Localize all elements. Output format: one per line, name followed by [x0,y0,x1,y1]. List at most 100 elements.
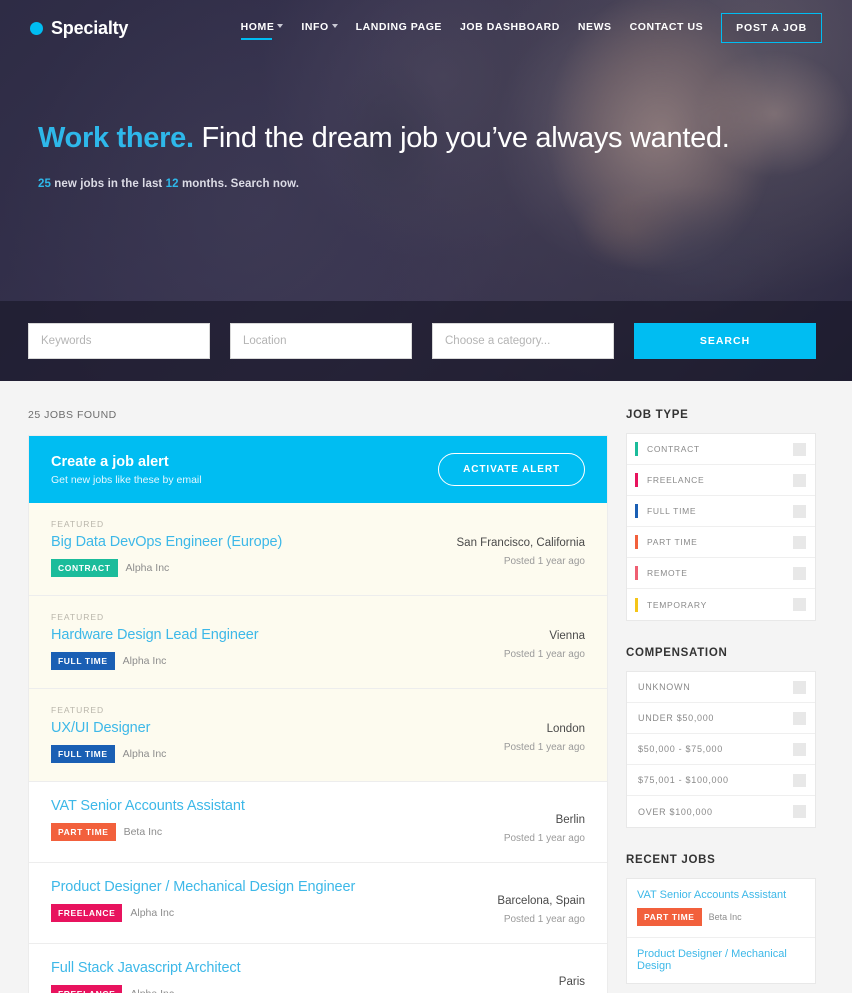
recent-jobs-block: RECENT JOBS VAT Senior Accounts Assistan… [626,854,816,984]
jobs-found-count: 25 JOBS FOUND [28,409,117,421]
color-swatch-icon [635,566,638,580]
job-results-column: 25 JOBS FOUND Create a job alert Get new… [28,409,608,993]
job-title-link[interactable]: VAT Senior Accounts Assistant [51,798,504,814]
filter-checkbox[interactable] [793,442,806,456]
filter-item-remote[interactable]: REMOTE [627,558,815,589]
filter-label: OVER $100,000 [638,806,713,817]
job-location-block: San Francisco, California Posted 1 year … [457,519,585,567]
color-swatch-icon [635,504,638,518]
color-swatch-icon [635,535,638,549]
list-item[interactable]: VAT Senior Accounts Assistant PART TIME … [627,879,815,938]
nav-label-home: HOME [240,21,275,33]
category-select[interactable]: Choose a category... [432,323,614,359]
filter-item-freelance[interactable]: FREELANCE [627,465,815,496]
filter-label: UNDER $50,000 [638,713,715,723]
hero-headline: Work there. Find the dream job you’ve al… [38,122,852,156]
job-title-link[interactable]: Full Stack Javascript Architect [51,960,504,976]
post-a-job-button[interactable]: POST A JOB [721,13,822,43]
color-swatch-icon [635,442,638,456]
job-meta: FULL TIME Alpha Inc [51,745,504,763]
site-logo[interactable]: Specialty [30,18,128,39]
nav-item-news[interactable]: NEWS [578,21,612,35]
status-badge: FREELANCE [51,985,123,993]
filter-checkbox[interactable] [793,711,806,725]
list-item[interactable]: Product Designer / Mechanical Design [627,938,815,983]
hero-subtext: 25 new jobs in the last 12 months. Searc… [38,178,852,190]
filter-item-over-100000[interactable]: OVER $100,000 [627,796,815,827]
recent-job-title-link[interactable]: Product Designer / Mechanical Design [637,948,805,972]
job-alert-text: Create a job alert Get new jobs like the… [51,454,202,486]
chevron-down-icon [331,23,338,28]
color-swatch-icon [635,473,638,487]
job-title-link[interactable]: Big Data DevOps Engineer (Europe) [51,534,457,550]
location-input[interactable]: Location [230,323,412,359]
filter-label: REMOTE [647,568,688,578]
job-location: Barcelona, Spain [497,895,585,907]
job-info: VAT Senior Accounts Assistant PART TIME … [51,798,504,841]
table-row[interactable]: FEATURED Big Data DevOps Engineer (Europ… [29,503,607,596]
job-listing-card: Create a job alert Get new jobs like the… [28,435,608,993]
table-row[interactable]: VAT Senior Accounts Assistant PART TIME … [29,782,607,863]
compensation-filter-block: COMPENSATION UNKNOWN UNDER $50,000 $50,0… [626,647,816,828]
nav-label-info: INFO [301,21,329,33]
job-info: FEATURED Big Data DevOps Engineer (Europ… [51,519,457,577]
chevron-down-icon [277,23,284,28]
job-title-link[interactable]: Hardware Design Lead Engineer [51,627,504,643]
nav-item-job-dashboard[interactable]: JOB DASHBOARD [460,21,560,35]
recent-jobs-list: VAT Senior Accounts Assistant PART TIME … [626,878,816,984]
filter-item-contract[interactable]: CONTRACT [627,434,815,465]
filter-label: PART TIME [647,537,698,547]
featured-label: FEATURED [51,705,105,715]
table-row[interactable]: Product Designer / Mechanical Design Eng… [29,863,607,944]
nav-item-info[interactable]: INFO [301,21,338,35]
filter-checkbox[interactable] [793,773,806,787]
job-company: Beta Inc [123,826,163,838]
filter-checkbox[interactable] [793,566,806,580]
job-location: Paris [558,976,585,988]
main-nav: HOME INFO LANDING PAGE JOB DASHBOARD NEW… [240,13,822,43]
filter-item-temporary[interactable]: TEMPORARY [627,589,815,620]
table-row[interactable]: FEATURED UX/UI Designer FULL TIME Alpha … [29,689,607,782]
filter-item-50000-75000[interactable]: $50,000 - $75,000 [627,734,815,765]
top-navigation-bar: Specialty HOME INFO LANDING PAGE JOB DAS… [0,0,852,56]
nav-item-contact-us[interactable]: CONTACT US [630,21,704,35]
featured-label: FEATURED [51,612,105,622]
filter-item-75001-100000[interactable]: $75,001 - $100,000 [627,765,815,796]
job-type-filter-list: CONTRACT FREELANCE FULL TIME PART TIME R… [626,433,816,621]
job-title-link[interactable]: UX/UI Designer [51,720,504,736]
job-type-filter-block: JOB TYPE CONTRACT FREELANCE FULL TIME PA… [626,409,816,621]
filter-checkbox[interactable] [793,504,806,518]
nav-label-contact-us: CONTACT US [629,21,704,33]
nav-label-news: NEWS [577,21,612,33]
job-location-block: London Posted 1 year ago [504,705,585,753]
filter-checkbox[interactable] [793,535,806,549]
filter-item-part-time[interactable]: PART TIME [627,527,815,558]
job-alert-title: Create a job alert [51,453,169,470]
job-alert-banner: Create a job alert Get new jobs like the… [29,436,607,503]
activate-alert-button[interactable]: ACTIVATE ALERT [438,453,585,486]
job-title-link[interactable]: Product Designer / Mechanical Design Eng… [51,879,497,895]
job-info: FEATURED Hardware Design Lead Engineer F… [51,612,504,670]
hero-section: Specialty HOME INFO LANDING PAGE JOB DAS… [0,0,852,381]
filter-item-unknown[interactable]: UNKNOWN [627,672,815,703]
filter-item-full-time[interactable]: FULL TIME [627,496,815,527]
filter-checkbox[interactable] [793,598,806,611]
filter-checkbox[interactable] [793,805,806,818]
job-location: Vienna [549,630,585,642]
table-row[interactable]: Full Stack Javascript Architect FREELANC… [29,944,607,993]
filter-checkbox[interactable] [793,473,806,487]
status-badge: PART TIME [637,908,702,926]
hero-copy: Work there. Find the dream job you’ve al… [0,56,852,190]
hero-subtext-part1: new jobs in the last [51,177,166,190]
filter-checkbox[interactable] [793,680,806,694]
nav-item-landing-page[interactable]: LANDING PAGE [356,21,442,35]
nav-item-home[interactable]: HOME [240,21,284,40]
table-row[interactable]: FEATURED Hardware Design Lead Engineer F… [29,596,607,689]
keywords-input[interactable]: Keywords [28,323,210,359]
filter-checkbox[interactable] [793,742,806,756]
job-company: Alpha Inc [130,988,174,993]
filter-item-under-50000[interactable]: UNDER $50,000 [627,703,815,734]
recent-job-title-link[interactable]: VAT Senior Accounts Assistant [637,889,805,901]
search-button[interactable]: SEARCH [634,323,816,359]
job-alert-subtitle: Get new jobs like these by email [51,473,202,486]
